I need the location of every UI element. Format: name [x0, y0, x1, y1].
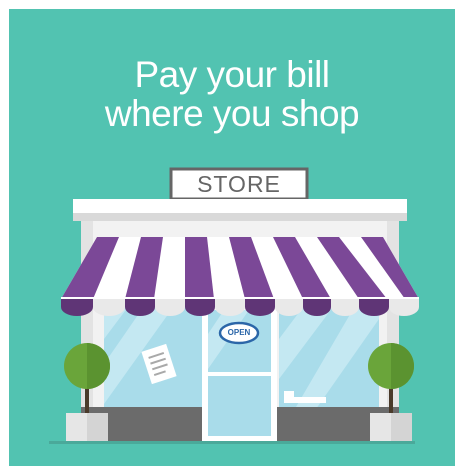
right-window — [279, 299, 379, 419]
striped-awning — [61, 237, 419, 316]
store-sign-label: STORE — [197, 171, 281, 197]
promo-tile: Pay your bill where you shop STORE OPEN — [9, 9, 455, 466]
awning-valance — [61, 299, 419, 316]
storefront-illustration — [49, 167, 419, 444]
roof-cornice — [73, 199, 407, 221]
ground-line — [49, 441, 415, 444]
open-sign-label: OPEN — [227, 328, 251, 337]
